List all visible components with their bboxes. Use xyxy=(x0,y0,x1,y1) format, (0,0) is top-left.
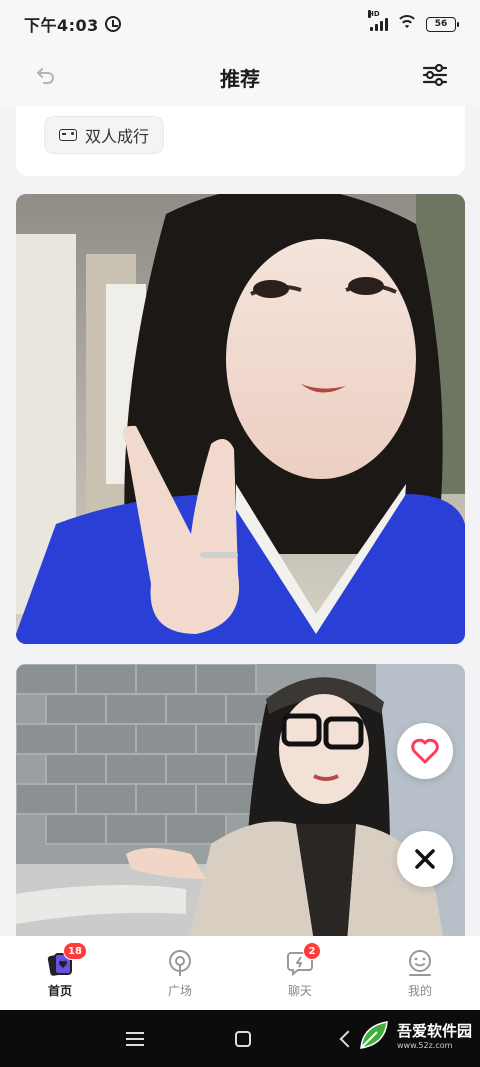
interest-card: 双人成行 xyxy=(16,106,465,176)
watermark-url: www.52z.com xyxy=(396,1041,453,1050)
tab-home[interactable]: 18 首页 xyxy=(0,936,120,1010)
filter-button[interactable] xyxy=(418,58,452,92)
close-icon xyxy=(415,849,435,869)
bottom-tab-bar: 18 首页 广场 2 聊天 我的 xyxy=(0,936,480,1010)
profile-photo-1[interactable] xyxy=(16,194,465,644)
home-button[interactable] xyxy=(234,1030,251,1047)
undo-icon xyxy=(37,68,54,84)
gamepad-icon xyxy=(59,129,77,141)
watermark-text: 吾爱软件园 xyxy=(396,1022,472,1040)
home-badge: 18 xyxy=(63,942,87,960)
status-bar: 下午4:03 HD 56 xyxy=(0,0,480,48)
status-icons: HD 56 xyxy=(368,10,459,33)
back-nav-button[interactable] xyxy=(339,1030,357,1047)
tab-me[interactable]: 我的 xyxy=(360,936,480,1010)
smiley-face-icon xyxy=(405,948,435,978)
location-pin-icon xyxy=(165,948,195,978)
wifi-icon xyxy=(396,15,418,33)
chat-bubble-icon: 2 xyxy=(285,942,321,978)
profile-photo-2[interactable] xyxy=(16,664,465,936)
interest-tag-label: 双人成行 xyxy=(85,127,150,146)
chat-badge: 2 xyxy=(303,942,321,960)
back-button[interactable] xyxy=(30,60,62,92)
header: 推荐 xyxy=(0,48,480,106)
signal-icon: HD xyxy=(368,10,388,31)
tab-home-label: 首页 xyxy=(47,984,72,998)
watermark: 吾爱软件园 www.52z.com xyxy=(357,1018,472,1052)
heart-icon xyxy=(411,738,439,764)
recent-apps-button[interactable] xyxy=(125,1031,144,1046)
alarm-icon xyxy=(104,16,121,32)
tab-square-label: 广场 xyxy=(167,984,192,998)
status-time: 下午4:03 xyxy=(24,16,99,35)
like-button[interactable] xyxy=(397,723,453,779)
dislike-button[interactable] xyxy=(397,831,453,887)
tab-chat[interactable]: 2 聊天 xyxy=(240,936,360,1010)
feed[interactable]: 双人成行 xyxy=(0,106,480,936)
cards-icon: 18 xyxy=(45,942,87,978)
battery-icon: 56 xyxy=(426,16,459,32)
sliders-icon xyxy=(422,63,448,87)
battery-level: 56 xyxy=(434,19,448,29)
tab-chat-label: 聊天 xyxy=(287,984,312,998)
network-label: HD xyxy=(368,10,380,18)
tab-square[interactable]: 广场 xyxy=(120,936,240,1010)
leaf-logo-icon xyxy=(360,1021,388,1049)
page-title: 推荐 xyxy=(220,66,260,91)
tab-me-label: 我的 xyxy=(407,984,432,998)
interest-tag[interactable]: 双人成行 xyxy=(44,116,165,154)
